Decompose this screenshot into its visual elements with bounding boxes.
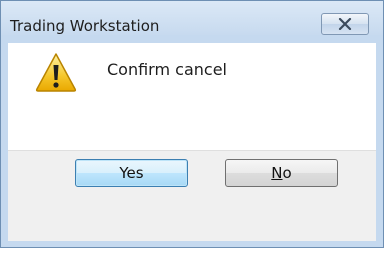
dialog-message: Confirm cancel [107, 60, 227, 79]
no-button-accelerator: N [271, 164, 283, 182]
yes-button-label: Yes [119, 164, 144, 182]
no-button[interactable]: No [225, 159, 338, 187]
close-button[interactable] [321, 13, 369, 35]
dialog-window: Trading Workstation Confirm cancel Yes N… [0, 0, 384, 248]
warning-icon [35, 53, 77, 92]
yes-button[interactable]: Yes [75, 159, 188, 187]
window-title: Trading Workstation [10, 17, 160, 35]
title-bar[interactable]: Trading Workstation [1, 1, 383, 35]
no-button-label: o [282, 164, 292, 182]
close-icon [338, 18, 352, 30]
